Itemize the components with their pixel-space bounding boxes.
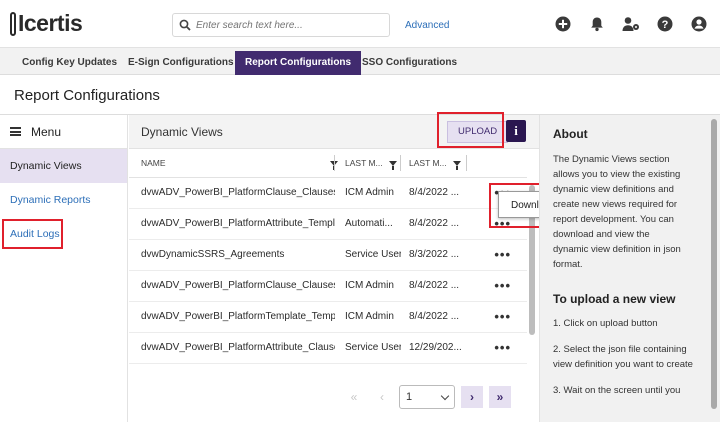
info-button[interactable]: i xyxy=(506,120,526,142)
highlight-box xyxy=(2,219,63,249)
row-actions-button[interactable]: ••• xyxy=(467,270,527,302)
modified-by: ICM Admin xyxy=(335,270,401,302)
tab-config-key-updates[interactable]: Config Key Updates xyxy=(12,51,127,75)
row-actions-button[interactable]: ••• xyxy=(467,301,527,333)
modified-by: Automati... xyxy=(335,208,401,240)
modified-by: Service User xyxy=(335,239,401,271)
view-name: dvwADV_PowerBI_PlatformClause_ClausesP..… xyxy=(129,270,335,302)
menu-label: Menu xyxy=(31,124,62,139)
about-text: The Dynamic Views section allows you to … xyxy=(553,154,681,270)
svg-text:?: ? xyxy=(662,19,669,31)
column-header-last-modified-by[interactable]: LAST M... xyxy=(335,149,401,178)
search-icon xyxy=(179,19,191,31)
modified-on: 8/4/2022 ... xyxy=(401,177,467,209)
help-icon[interactable]: ? xyxy=(656,15,674,33)
about-panel: About The Dynamic Views section allows y… xyxy=(539,115,720,422)
next-page-button[interactable]: › xyxy=(461,386,483,408)
user-settings-icon[interactable] xyxy=(622,15,640,33)
tab-e-sign-configurations[interactable]: E-Sign Configurations xyxy=(118,51,244,75)
view-name: dvwADV_PowerBI_PlatformAttribute_Clauses xyxy=(129,332,335,364)
table-row[interactable]: dvwADV_PowerBI_PlatformAttribute_Templa.… xyxy=(129,208,527,240)
tab-sso-configurations[interactable]: SSO Configurations xyxy=(352,51,467,75)
row-actions-button[interactable]: ••• xyxy=(467,239,527,271)
tab-report-configurations[interactable]: Report Configurations xyxy=(235,51,362,75)
sidebar-item-dynamic-reports[interactable]: Dynamic Reports xyxy=(0,183,127,217)
panel-title: Dynamic Views xyxy=(141,124,223,139)
top-bar: Icertis Advanced ? xyxy=(0,0,720,48)
pagination: « ‹ 1 › » xyxy=(343,385,511,409)
account-icon[interactable] xyxy=(690,15,708,33)
app-logo[interactable]: Icertis xyxy=(10,10,83,37)
modified-on: 8/4/2022 ... xyxy=(401,208,467,240)
logo-mark-icon xyxy=(10,11,16,36)
page-title: Report Configurations xyxy=(14,87,160,104)
tab-bar: Config Key Updates E-Sign Configurations… xyxy=(0,48,720,75)
bell-icon[interactable] xyxy=(588,15,606,33)
modified-by: ICM Admin xyxy=(335,301,401,333)
filter-icon[interactable] xyxy=(452,161,461,170)
column-header-actions xyxy=(467,149,527,178)
column-header-name[interactable]: NAME xyxy=(129,149,338,178)
table-header-row: NAME LAST M... LAST M... xyxy=(129,149,527,178)
page-number: 1 xyxy=(406,391,413,403)
table-row[interactable]: dvwADV_PowerBI_PlatformClause_Clauses IC… xyxy=(129,177,527,209)
row-actions-button[interactable]: ••• xyxy=(467,332,527,364)
modified-on: 8/3/2022 ... xyxy=(401,239,467,271)
view-name: dvwADV_PowerBI_PlatformClause_Clauses xyxy=(129,177,335,209)
prev-page-button[interactable]: ‹ xyxy=(371,386,393,408)
filter-icon[interactable] xyxy=(388,161,397,170)
page-select[interactable]: 1 xyxy=(399,385,455,409)
search-box[interactable] xyxy=(172,13,390,37)
highlight-box xyxy=(437,112,504,148)
add-icon[interactable] xyxy=(554,15,572,33)
menu-toggle[interactable]: Menu xyxy=(0,115,127,149)
help-step: 1. Click on upload button xyxy=(553,318,658,329)
upload-help-title: To upload a new view xyxy=(553,292,676,306)
first-page-button[interactable]: « xyxy=(343,386,365,408)
sidebar-item-dynamic-views[interactable]: Dynamic Views xyxy=(0,149,127,183)
views-table: NAME LAST M... LAST M... dvwADV_PowerBI_… xyxy=(129,149,527,364)
about-scrollbar[interactable] xyxy=(711,119,717,409)
modified-on: 8/4/2022 ... xyxy=(401,301,467,333)
advanced-search-link[interactable]: Advanced xyxy=(405,20,449,31)
view-name: dvwADV_PowerBI_PlatformTemplate_Templ... xyxy=(129,301,335,333)
about-title: About xyxy=(553,127,588,141)
table-row[interactable]: dvwDynamicSSRS_Agreements Service User 8… xyxy=(129,239,527,271)
view-name: dvwDynamicSSRS_Agreements xyxy=(129,239,335,271)
modified-by: Service User xyxy=(335,332,401,364)
modified-on: 12/29/202... xyxy=(401,332,467,364)
table-row[interactable]: dvwADV_PowerBI_PlatformTemplate_Templ...… xyxy=(129,301,527,333)
modified-on: 8/4/2022 ... xyxy=(401,270,467,302)
last-page-button[interactable]: » xyxy=(489,386,511,408)
hamburger-icon xyxy=(10,127,21,136)
column-header-last-modified-on[interactable]: LAST M... xyxy=(401,149,467,178)
table-row[interactable]: dvwADV_PowerBI_PlatformAttribute_Clauses… xyxy=(129,332,527,364)
view-name: dvwADV_PowerBI_PlatformAttribute_Templa.… xyxy=(129,208,335,240)
help-step: 3. Wait on the screen until you xyxy=(553,385,681,396)
modified-by: ICM Admin xyxy=(335,177,401,209)
chevron-down-icon xyxy=(440,391,450,400)
search-input[interactable] xyxy=(196,19,386,31)
help-step: 2. Select the json file containing view … xyxy=(553,344,693,370)
dynamic-views-panel: Dynamic Views UPLOAD i NAME LAST M... LA… xyxy=(129,115,539,422)
table-row[interactable]: dvwADV_PowerBI_PlatformClause_ClausesP..… xyxy=(129,270,527,302)
logo-text: Icertis xyxy=(18,10,83,36)
sidebar: Menu Dynamic Views Dynamic Reports Audit… xyxy=(0,115,128,422)
